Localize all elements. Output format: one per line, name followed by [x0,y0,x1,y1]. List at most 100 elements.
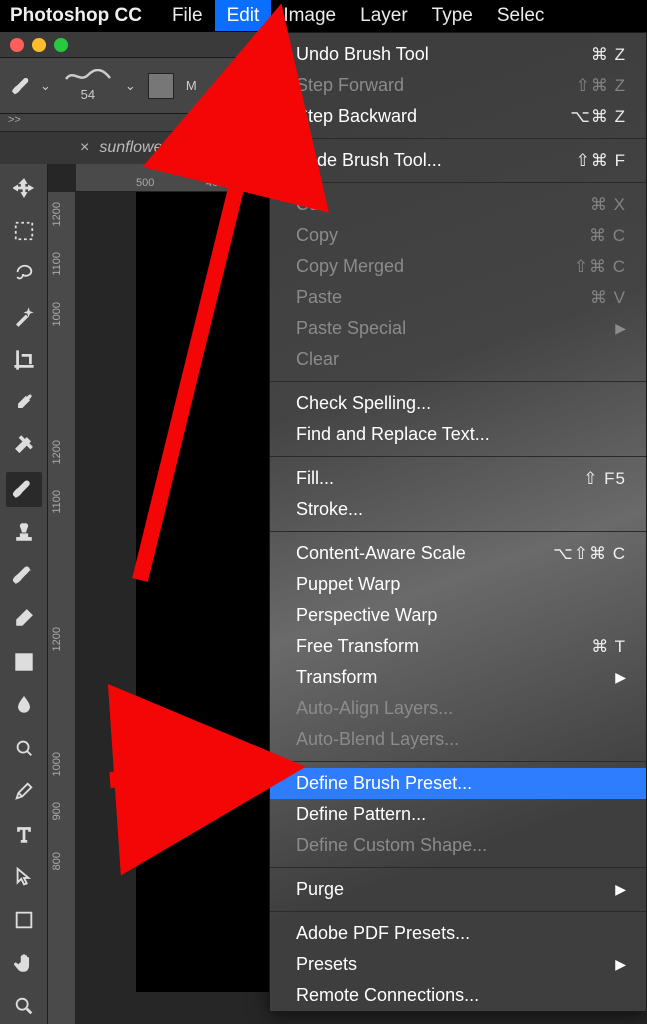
brush-size-value: 54 [81,87,95,102]
menu-item-label: Content-Aware Scale [296,543,466,564]
submenu-arrow-icon: ▶ [615,956,626,973]
menu-item-label: Auto-Align Layers... [296,698,453,719]
menu-item-puppet-warp[interactable]: Puppet Warp [270,569,646,600]
menu-item-undo-brush-tool[interactable]: Undo Brush Tool⌘ Z [270,39,646,70]
tool-crop[interactable] [6,342,42,377]
menu-image[interactable]: Image [271,0,348,31]
tool-stamp[interactable] [6,515,42,550]
marquee-icon [13,220,35,242]
menu-item-stroke[interactable]: Stroke... [270,494,646,525]
eraser-icon [13,607,35,629]
tool-hand[interactable] [6,946,42,981]
menu-item-label: Auto-Blend Layers... [296,729,459,750]
tool-type[interactable] [6,816,42,851]
menu-item-perspective-warp[interactable]: Perspective Warp [270,600,646,631]
menu-item-label: Define Custom Shape... [296,835,487,856]
brush-panel-toggle[interactable] [148,73,174,99]
tool-magic-wand[interactable] [6,299,42,334]
menu-item-label: Copy Merged [296,256,404,277]
menu-separator [270,138,646,139]
ruler-tick: 900 [51,802,63,820]
menu-separator [270,182,646,183]
ruler-tick: 1200 [51,202,63,226]
menu-item-label: Purge [296,879,344,900]
menu-type[interactable]: Type [420,0,485,31]
menu-item-label: Puppet Warp [296,574,400,595]
menu-item-label: Step Backward [296,106,417,127]
ruler-vertical: 1200110010001200110012001000900800 [48,192,76,1024]
tool-path-select[interactable] [6,860,42,895]
menu-item-step-forward: Step Forward⇧⌘ Z [270,70,646,101]
close-window-icon[interactable] [10,38,24,52]
minimize-window-icon[interactable] [32,38,46,52]
menu-item-clear: Clear [270,344,646,375]
tool-lasso[interactable] [6,256,42,291]
tool-eraser[interactable] [6,601,42,636]
tool-rectangle[interactable] [6,903,42,938]
crop-icon [13,349,35,371]
tool-blur[interactable] [6,687,42,722]
history-brush-icon [13,564,35,586]
menu-shortcut: ⇧⌘ Z [576,76,626,96]
menu-item-label: Perspective Warp [296,605,437,626]
menu-item-label: Define Brush Preset... [296,773,472,794]
menu-item-label: Fill... [296,468,334,489]
close-tab-button[interactable]: × [80,139,89,157]
brush-preset-picker[interactable]: 54 [63,68,113,104]
ruler-tick: 500 [136,177,154,189]
menu-item-label: Free Transform [296,636,419,657]
maximize-window-icon[interactable] [54,38,68,52]
tool-gradient[interactable] [6,644,42,679]
menu-item-content-aware-scale[interactable]: Content-Aware Scale⌥⇧⌘ C [270,538,646,569]
brush-icon [13,478,35,500]
menu-item-free-transform[interactable]: Free Transform⌘ T [270,631,646,662]
tool-preset-picker[interactable]: ⌄ [12,75,51,97]
toolbox [0,164,48,1024]
menu-shortcut: ⌘ Z [591,45,626,65]
menu-layer[interactable]: Layer [348,0,420,31]
tool-move[interactable] [6,170,42,205]
rectangle-icon [13,909,35,931]
menu-selec[interactable]: Selec [485,0,557,31]
menu-item-presets[interactable]: Presets▶ [270,949,646,980]
menu-item-check-spelling[interactable]: Check Spelling... [270,388,646,419]
tool-history-brush[interactable] [6,558,42,593]
ruler-tick: 1200 [51,627,63,651]
menu-bar: Photoshop CC FileEditImageLayerTypeSelec [0,0,647,32]
menu-item-transform[interactable]: Transform▶ [270,662,646,693]
document-tab-title[interactable]: sunflower-3292 [99,139,208,157]
menu-file[interactable]: File [160,0,215,31]
menu-item-step-backward[interactable]: Step Backward⌥⌘ Z [270,101,646,132]
menu-edit[interactable]: Edit [215,0,272,31]
menu-item-auto-align-layers: Auto-Align Layers... [270,693,646,724]
magic-wand-icon [13,306,35,328]
menu-item-cut: Cut⌘ X [270,189,646,220]
dodge-icon [13,737,35,759]
chevron-down-icon: ⌄ [40,78,51,94]
pen-icon [13,780,35,802]
tool-marquee[interactable] [6,213,42,248]
chevron-down-icon: ⌄ [125,78,136,94]
tool-eyedropper[interactable] [6,385,42,420]
menu-item-fade-brush-tool[interactable]: Fade Brush Tool...⇧⌘ F [270,145,646,176]
menu-item-fill[interactable]: Fill...⇧ F5 [270,463,646,494]
healing-icon [13,435,35,457]
tool-healing[interactable] [6,429,42,464]
tool-zoom[interactable] [6,989,42,1024]
menu-item-remote-connections[interactable]: Remote Connections... [270,980,646,1011]
menu-item-purge[interactable]: Purge▶ [270,874,646,905]
tool-pen[interactable] [6,773,42,808]
menu-item-define-pattern[interactable]: Define Pattern... [270,799,646,830]
tool-brush[interactable] [6,472,42,507]
menu-item-find-and-replace-text[interactable]: Find and Replace Text... [270,419,646,450]
menu-shortcut: ⌘ X [590,195,626,215]
lasso-icon [13,263,35,285]
zoom-icon [13,995,35,1017]
menu-item-label: Clear [296,349,339,370]
menu-separator [270,381,646,382]
menu-item-label: Remote Connections... [296,985,479,1006]
menu-item-adobe-pdf-presets[interactable]: Adobe PDF Presets... [270,918,646,949]
tool-dodge[interactable] [6,730,42,765]
menu-item-define-brush-preset[interactable]: Define Brush Preset... [270,768,646,799]
menu-item-define-custom-shape: Define Custom Shape... [270,830,646,861]
